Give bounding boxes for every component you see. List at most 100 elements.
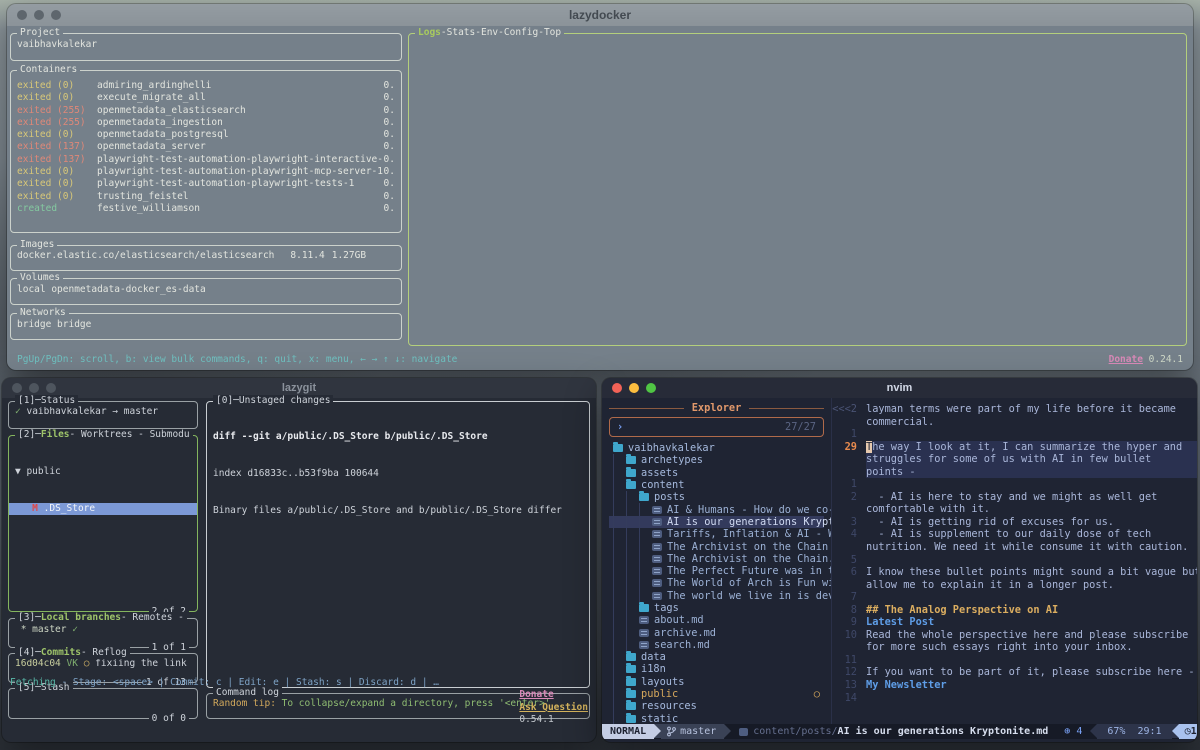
tree-item[interactable]: content	[609, 479, 824, 491]
close-button[interactable]	[17, 10, 27, 20]
container-row[interactable]: exited(0)trusting_feistel0.	[11, 191, 401, 203]
editor-line: comfortable with it.	[832, 503, 1197, 516]
folder-icon	[639, 493, 649, 501]
lazygit-statusbar: Fetching - Stage: <space> | Commit: c | …	[10, 677, 588, 739]
editor-line: 11	[832, 654, 1197, 667]
tree-item[interactable]: posts	[609, 491, 824, 503]
network-row[interactable]: bridge bridge	[11, 314, 401, 333]
project-panel-title: Project	[17, 27, 63, 39]
editor-line: 1	[832, 478, 1197, 491]
container-row[interactable]: createdfestive_williamson0.	[11, 203, 401, 215]
status-panel-title: [1]─Status	[15, 395, 78, 407]
unstaged-changes-panel[interactable]: [0]─Unstaged changes diff --git a/public…	[206, 401, 590, 688]
tree-item[interactable]: Tariffs, Inflation & AI - Why t	[609, 528, 824, 540]
tree-item[interactable]: i18n	[609, 663, 824, 675]
tab-logs[interactable]: Logs	[418, 27, 441, 39]
tree-item[interactable]: tags	[609, 602, 824, 614]
volumes-panel[interactable]: Volumes local openmetadata-docker_es-dat…	[10, 278, 402, 305]
tab-stats[interactable]: Stats	[447, 27, 476, 39]
container-row[interactable]: exited(0)playwright-test-automation-play…	[11, 178, 401, 190]
tree-guide	[613, 565, 626, 577]
tree-guide	[613, 713, 626, 724]
window-title: lazydocker	[569, 8, 631, 22]
project-panel[interactable]: Project vaibhavkalekar	[10, 33, 402, 61]
tree-guide	[613, 700, 626, 712]
tree-item[interactable]: layouts	[609, 676, 824, 688]
file-tree-dir[interactable]: ▼ public	[9, 466, 197, 478]
tree-item[interactable]: assets	[609, 467, 824, 479]
container-row[interactable]: exited(137)openmetadata_server0.	[11, 141, 401, 153]
tree-item[interactable]: static	[609, 713, 824, 724]
status-panel[interactable]: [1]─Status ✓ vaibhavkalekar → master	[8, 401, 198, 429]
maximize-button[interactable]	[46, 383, 56, 393]
branch-icon	[667, 726, 676, 737]
tab-config[interactable]: Config	[504, 27, 538, 39]
folder-icon	[626, 678, 636, 686]
tree-guide	[626, 565, 639, 577]
explorer-filter-input[interactable]: › 27/27	[609, 417, 824, 437]
lazydocker-content: Project vaibhavkalekar Containers exited…	[7, 26, 1193, 370]
donate-link[interactable]: Donate	[519, 689, 553, 700]
filename-segment: content/posts/AI is our generations Kryp…	[731, 724, 1056, 739]
minimize-button[interactable]	[29, 383, 39, 393]
editor-line: struggles for some of us with AI in few …	[832, 453, 1197, 466]
tree-item[interactable]: AI & Humans - How do we co-exis	[609, 503, 824, 515]
files-panel[interactable]: [2]─Files - Worktrees - Submodu ▼ public…	[8, 435, 198, 612]
container-row[interactable]: exited(255)openmetadata_ingestion0.	[11, 117, 401, 129]
tree-guide	[613, 651, 626, 663]
volume-row[interactable]: local openmetadata-docker_es-data	[11, 279, 401, 298]
tree-item[interactable]: archive.md	[609, 626, 824, 638]
tree-item[interactable]: AI is our generations Kryptonit	[609, 516, 824, 528]
editor-line: 7	[832, 591, 1197, 604]
editor-buffer[interactable]: <<<2layman terms were part of my life be…	[832, 398, 1197, 724]
close-button[interactable]	[612, 383, 622, 393]
tree-item[interactable]: data	[609, 651, 824, 663]
tree-item[interactable]: The Archivist on the Chain.md	[609, 553, 824, 565]
nvim-titlebar[interactable]: nvim	[602, 378, 1197, 398]
networks-panel[interactable]: Networks bridge bridge	[10, 313, 402, 340]
tree-guide	[626, 553, 639, 565]
donate-link[interactable]: Donate	[1109, 354, 1143, 365]
tree-item[interactable]: search.md	[609, 639, 824, 651]
editor-line: 6I know these bullet points might sound …	[832, 566, 1197, 579]
diff-line: index d16833c..b53f9ba 100644	[213, 468, 583, 480]
tree-item[interactable]: The world we live in is devoid	[609, 590, 824, 602]
branches-panel[interactable]: [3]─Local branches - Remotes - * master …	[8, 618, 198, 648]
file-tree-selected-row[interactable]: M .DS_Store	[9, 503, 197, 515]
tree-item[interactable]: The Perfect Future was in the P	[609, 565, 824, 577]
file-tree: vaibhavkalekararchetypesassetscontentpos…	[609, 442, 824, 724]
tree-item[interactable]: about.md	[609, 614, 824, 626]
tree-item[interactable]: public○	[609, 688, 824, 700]
tree-item[interactable]: vaibhavkalekar	[609, 442, 824, 454]
lazydocker-titlebar[interactable]: lazydocker	[7, 4, 1193, 26]
editor-line: 29The way I look at it, I can summarize …	[832, 441, 1197, 454]
container-row[interactable]: exited(0)execute_migrate_all0.	[11, 92, 401, 104]
tree-item[interactable]: resources	[609, 700, 824, 712]
container-row[interactable]: exited(0)playwright-test-automation-play…	[11, 166, 401, 178]
containers-panel[interactable]: Containers exited(0)admiring_ardinghelli…	[10, 70, 402, 233]
image-row[interactable]: docker.elastic.co/elasticsearch/elastics…	[11, 246, 401, 264]
window-title: nvim	[887, 382, 913, 394]
tab-top[interactable]: Top	[544, 27, 561, 39]
minimize-button[interactable]	[629, 383, 639, 393]
container-row[interactable]: exited(0)openmetadata_postgresql0.	[11, 129, 401, 141]
nvim-window: nvim Explorer › 27/27 vaibhavkalekararch…	[602, 378, 1197, 742]
minimize-button[interactable]	[34, 10, 44, 20]
folder-icon	[626, 653, 636, 661]
maximize-button[interactable]	[51, 10, 61, 20]
tree-guide	[613, 479, 626, 491]
container-row[interactable]: exited(0)admiring_ardinghelli0.	[11, 80, 401, 92]
logs-panel[interactable]: Logs - Stats - Env - Config - Top	[408, 33, 1187, 346]
tree-item[interactable]: The Archivist on the Chain - Ep	[609, 540, 824, 552]
close-button[interactable]	[12, 383, 22, 393]
nvim-content: Explorer › 27/27 vaibhavkalekararchetype…	[602, 398, 1197, 724]
maximize-button[interactable]	[646, 383, 656, 393]
tab-env[interactable]: Env	[481, 27, 498, 39]
images-panel[interactable]: Images docker.elastic.co/elasticsearch/e…	[10, 245, 402, 271]
container-row[interactable]: exited(255)openmetadata_elasticsearch0.	[11, 105, 401, 117]
tree-item[interactable]: The World of Arch is Fun with O	[609, 577, 824, 589]
tree-guide	[639, 553, 652, 565]
container-row[interactable]: exited(137)playwright-test-automation-pl…	[11, 154, 401, 166]
ask-question-link[interactable]: Ask Question	[519, 702, 588, 713]
tree-item[interactable]: archetypes	[609, 454, 824, 466]
